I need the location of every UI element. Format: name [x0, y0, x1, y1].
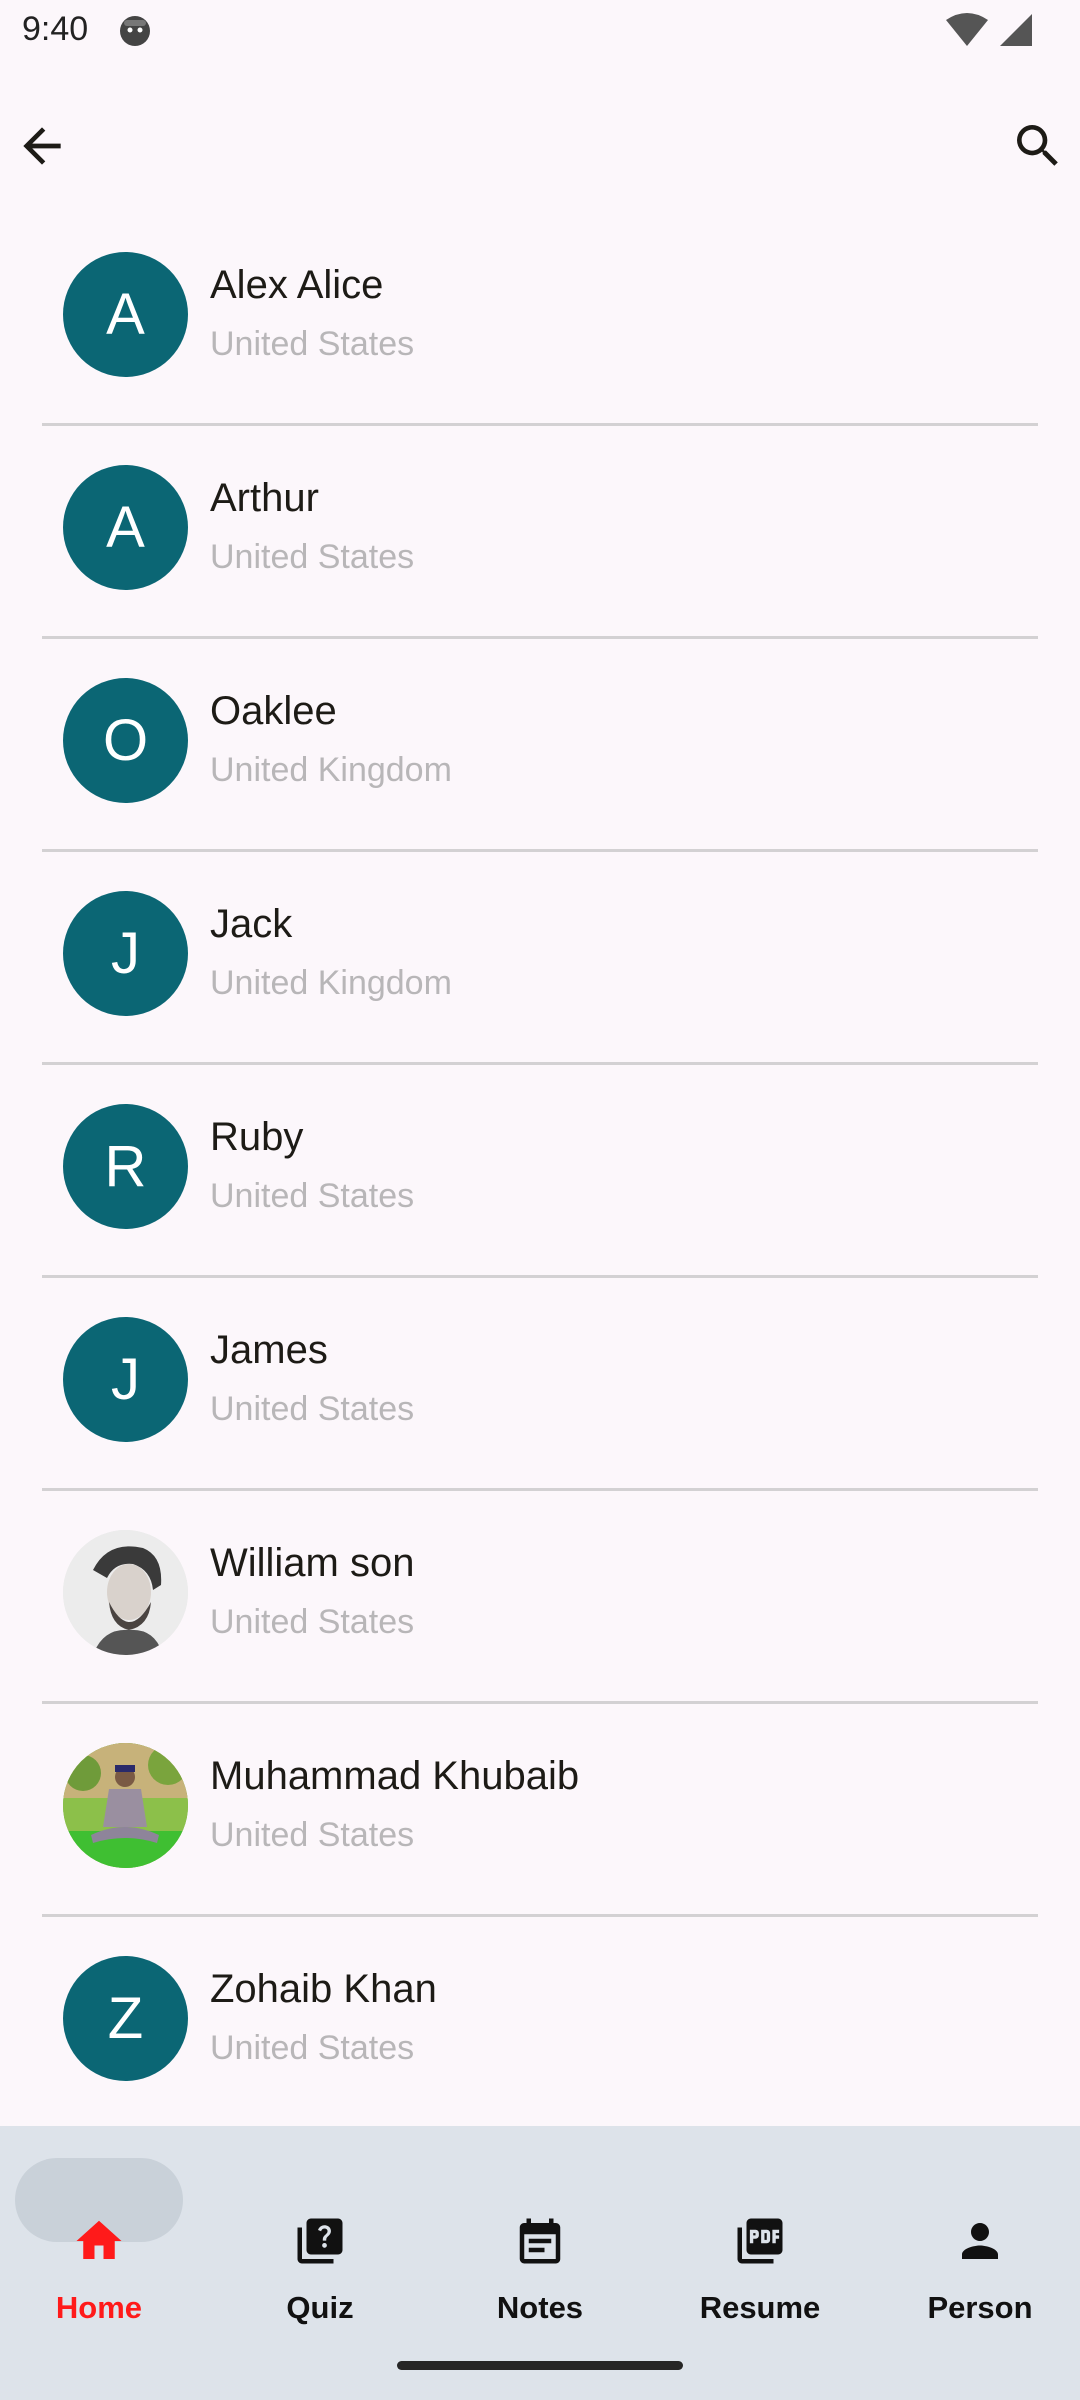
contact-country: United States: [210, 2029, 415, 2067]
contact-name: Muhammad Khubaib: [210, 1754, 580, 1798]
search-button[interactable]: [1010, 118, 1066, 174]
nav-item-home[interactable]: Home: [9, 2158, 189, 2325]
contact-row[interactable]: A Alex Alice United States: [0, 213, 1080, 426]
contact-row[interactable]: William son United States: [0, 1491, 1080, 1704]
nav-label: Resume: [699, 2290, 821, 2325]
contact-list: A Alex Alice United States A Arthur Unit…: [0, 213, 1080, 2130]
signal-icon: [1000, 14, 1032, 46]
top-app-bar: [0, 100, 1080, 192]
contact-country: United Kingdom: [210, 751, 452, 789]
contact-country: United States: [210, 538, 415, 576]
back-button[interactable]: [14, 118, 70, 174]
nav-label: Notes: [496, 2290, 584, 2325]
contact-name: William son: [210, 1541, 415, 1585]
arrow-back-icon: [23, 127, 61, 165]
android-face-icon: [118, 14, 152, 53]
avatar: J: [63, 891, 188, 1016]
pdf-icon: [733, 2214, 787, 2273]
contact-row[interactable]: R Ruby United States: [0, 1065, 1080, 1278]
bottom-navigation: Home Quiz Notes Resume Person: [0, 2126, 1080, 2400]
avatar-photo: [63, 1743, 188, 1868]
contact-country: United Kingdom: [210, 964, 452, 1002]
search-icon: [1017, 125, 1058, 166]
contact-country: United States: [210, 1390, 415, 1428]
contact-row[interactable]: Z Zohaib Khan United States: [0, 1917, 1080, 2130]
avatar: O: [63, 678, 188, 803]
contact-name: Jack: [210, 902, 293, 946]
avatar: A: [63, 252, 188, 377]
quiz-icon: [293, 2214, 347, 2273]
nav-label: Home: [55, 2290, 143, 2325]
status-time: 9:40: [22, 10, 89, 48]
nav-label: Person: [927, 2290, 1033, 2325]
wifi-icon: [946, 13, 988, 46]
avatar: J: [63, 1317, 188, 1442]
status-right: [944, 12, 1034, 48]
nav-item-notes[interactable]: Notes: [450, 2158, 630, 2325]
contact-country: United States: [210, 1177, 415, 1215]
contact-name: Alex Alice: [210, 263, 384, 307]
home-icon: [72, 2214, 126, 2273]
nav-label: Quiz: [286, 2290, 354, 2325]
contact-country: United States: [210, 1816, 415, 1854]
notes-icon: [513, 2214, 567, 2273]
contact-row[interactable]: O Oaklee United Kingdom: [0, 639, 1080, 852]
avatar: A: [63, 465, 188, 590]
person-icon: [953, 2214, 1007, 2273]
contact-row[interactable]: A Arthur United States: [0, 426, 1080, 639]
nav-item-person[interactable]: Person: [890, 2158, 1070, 2325]
gesture-bar[interactable]: [397, 2361, 683, 2370]
contact-name: Ruby: [210, 1115, 304, 1159]
contact-name: Zohaib Khan: [210, 1967, 437, 2011]
nav-item-quiz[interactable]: Quiz: [230, 2158, 410, 2325]
contact-country: United States: [210, 325, 415, 363]
contact-name: Oaklee: [210, 689, 337, 733]
contact-row[interactable]: J James United States: [0, 1278, 1080, 1491]
avatar-photo: [63, 1530, 188, 1655]
avatar: R: [63, 1104, 188, 1229]
avatar: Z: [63, 1956, 188, 2081]
contact-name: Arthur: [210, 476, 319, 520]
status-bar: 9:40: [0, 0, 1080, 62]
contact-country: United States: [210, 1603, 415, 1641]
contact-row[interactable]: Muhammad Khubaib United States: [0, 1704, 1080, 1917]
contact-row[interactable]: J Jack United Kingdom: [0, 852, 1080, 1065]
nav-item-resume[interactable]: Resume: [670, 2158, 850, 2325]
contact-name: James: [210, 1328, 328, 1372]
